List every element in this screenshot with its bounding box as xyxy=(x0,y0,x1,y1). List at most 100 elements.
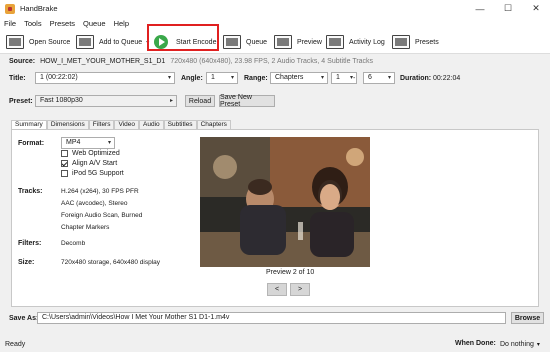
preview-previous-button[interactable]: < xyxy=(267,283,287,296)
size-value: 720x480 storage, 640x480 display xyxy=(61,259,161,266)
tab-chapters[interactable]: Chapters xyxy=(196,120,231,129)
source-meta: 720x480 (640x480), 23.98 FPS, 2 Audio Tr… xyxy=(170,58,374,65)
format-value: MP4 xyxy=(66,139,81,146)
open-source-button[interactable]: Open Source xyxy=(6,32,70,52)
tab-filters[interactable]: Filters xyxy=(88,120,115,129)
browse-button[interactable]: Browse xyxy=(511,312,544,324)
preview-image xyxy=(200,137,370,267)
range-type-value: Chapters xyxy=(275,74,304,81)
add-to-queue-button[interactable]: Add to Queue ▾ xyxy=(76,32,149,52)
angle-label: Angle: xyxy=(181,75,203,82)
range-type-select[interactable]: Chapters ▾ xyxy=(270,72,328,84)
range-end-value: 6 xyxy=(368,74,372,81)
source-name: HOW_I_MET_YOUR_MOTHER_S1_D1 xyxy=(40,58,166,65)
activity-log-label: Activity Log xyxy=(349,38,385,46)
checkbox-box[interactable] xyxy=(61,170,68,177)
add-to-queue-label: Add to Queue xyxy=(99,38,143,46)
status-bar: Ready When Done: Do nothing ▾ xyxy=(0,336,550,352)
chevron-right-icon: ▸ xyxy=(169,98,173,104)
tab-summary[interactable]: Summary xyxy=(11,120,47,129)
menu-tools[interactable]: Tools xyxy=(24,19,42,28)
chevron-down-icon: ▾ xyxy=(387,75,391,81)
chevron-down-icon: ▾ xyxy=(320,75,324,81)
format-label: Format: xyxy=(18,140,45,147)
chevron-down-icon: ▾ xyxy=(167,75,171,81)
source-label: Source: xyxy=(9,58,36,65)
duration-value: 00:22:04 xyxy=(433,75,461,82)
menu-queue[interactable]: Queue xyxy=(83,19,106,28)
presets-button[interactable]: Presets xyxy=(392,32,439,52)
window-controls: — ☐ ✕ xyxy=(466,0,550,17)
title-bar: HandBrake — ☐ ✕ xyxy=(0,0,550,17)
checkbox-box[interactable] xyxy=(61,160,68,167)
range-start-value: 1 xyxy=(336,74,340,81)
maximize-button[interactable]: ☐ xyxy=(494,0,522,17)
preset-select[interactable]: Fast 1080p30 ▸ xyxy=(35,95,177,107)
checkbox-box[interactable] xyxy=(61,150,68,157)
close-button[interactable]: ✕ xyxy=(522,0,550,17)
preview-caption: Preview 2 of 10 xyxy=(266,269,315,276)
preview-scene xyxy=(200,137,370,267)
preview-icon xyxy=(274,35,292,49)
title-value: 1 (00:22:02) xyxy=(40,74,78,81)
preview-button[interactable]: Preview xyxy=(274,32,322,52)
when-done-label: When Done: xyxy=(455,340,496,347)
angle-select[interactable]: 1 ▾ xyxy=(206,72,238,84)
track-video: H.264 (x264), 30 FPS PFR xyxy=(61,188,139,195)
presets-icon xyxy=(392,35,410,49)
filters-value: Decomb xyxy=(61,240,86,247)
add-queue-icon xyxy=(76,35,94,49)
film-icon xyxy=(6,35,24,49)
tab-audio[interactable]: Audio xyxy=(139,120,164,129)
menu-help[interactable]: Help xyxy=(114,19,129,28)
filters-label: Filters: xyxy=(18,240,42,247)
web-optimized-checkbox[interactable]: Web Optimized xyxy=(61,150,120,157)
chevron-down-icon: ▾ xyxy=(230,75,234,81)
minimize-button[interactable]: — xyxy=(466,0,494,17)
status-text: Ready xyxy=(5,340,26,348)
tab-subtitles[interactable]: Subtitles xyxy=(163,120,197,129)
menu-file[interactable]: File xyxy=(4,19,16,28)
range-dash: - xyxy=(353,75,356,82)
web-optimized-label: Web Optimized xyxy=(72,150,120,157)
activity-log-button[interactable]: Activity Log xyxy=(326,32,385,52)
menu-presets[interactable]: Presets xyxy=(50,19,75,28)
preview-next-button[interactable]: > xyxy=(290,283,310,296)
tab-dimensions[interactable]: Dimensions xyxy=(46,120,89,129)
settings-tabs: Summary Dimensions Filters Video Audio S… xyxy=(11,120,231,129)
track-audio: AAC (avcodec), Stereo xyxy=(61,200,128,207)
save-as-path-input[interactable]: C:\Users\admin\Videos\How I Met Your Mot… xyxy=(37,312,506,324)
track-chapters: Chapter Markers xyxy=(61,224,110,231)
preset-value: Fast 1080p30 xyxy=(40,97,83,104)
queue-icon xyxy=(223,35,241,49)
size-label: Size: xyxy=(18,259,35,266)
duration-label: Duration: xyxy=(400,75,432,82)
track-subtitle: Foreign Audio Scan, Burned xyxy=(61,212,143,219)
start-encode-highlight xyxy=(147,24,219,51)
preset-label: Preset: xyxy=(9,98,33,105)
title-select[interactable]: 1 (00:22:02) ▾ xyxy=(35,72,175,84)
save-as-label: Save As: xyxy=(9,315,39,322)
chevron-down-icon: ▾ xyxy=(536,341,540,348)
save-new-preset-button[interactable]: Save New Preset xyxy=(219,94,275,108)
reload-button[interactable]: Reload xyxy=(185,95,215,107)
range-label: Range: xyxy=(244,75,268,82)
queue-label: Queue xyxy=(246,38,268,46)
handbrake-app-icon xyxy=(5,3,15,14)
when-done-value: Do nothing xyxy=(500,340,534,348)
align-av-start-checkbox[interactable]: Align A/V Start xyxy=(61,160,117,167)
range-end-select[interactable]: 6 ▾ xyxy=(363,72,395,84)
ipod-support-checkbox[interactable]: iPod 5G Support xyxy=(61,170,124,177)
ipod-support-label: iPod 5G Support xyxy=(72,170,124,177)
preview-label: Preview xyxy=(297,38,322,46)
source-row: Source: HOW_I_MET_YOUR_MOTHER_S1_D1 720x… xyxy=(9,58,373,65)
presets-label: Presets xyxy=(415,38,439,46)
window-title: HandBrake xyxy=(20,4,58,13)
activity-log-icon xyxy=(326,35,344,49)
save-as-path: C:\Users\admin\Videos\How I Met Your Mot… xyxy=(42,314,230,321)
format-select[interactable]: MP4 ▾ xyxy=(61,137,115,149)
queue-button[interactable]: Queue xyxy=(223,32,267,52)
title-label: Title: xyxy=(9,75,26,82)
tab-video[interactable]: Video xyxy=(114,120,139,129)
when-done-select[interactable]: Do nothing ▾ xyxy=(500,339,546,349)
